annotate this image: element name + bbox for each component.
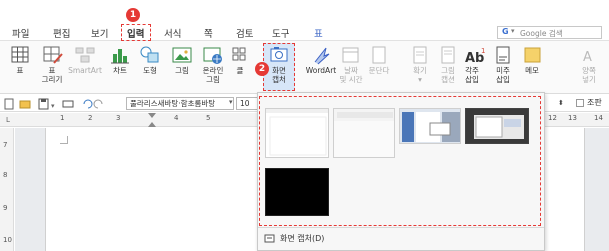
bookmark-icon — [413, 46, 427, 64]
draw-table-button[interactable]: 표 그리기 — [34, 44, 70, 92]
endnote-label-1: 미주 — [496, 66, 510, 75]
layout-label: 조판 — [587, 98, 602, 107]
ruler-tick: 9 — [3, 204, 8, 212]
tab-stop-icon: L — [6, 116, 10, 124]
endnote-icon — [496, 46, 510, 64]
draw-table-label-1: 표 — [48, 66, 56, 75]
screen-clipping-option[interactable]: 화면 캡처(D) — [258, 227, 544, 250]
memo-icon — [524, 47, 541, 63]
new-document-icon — [4, 98, 14, 110]
svg-text:A: A — [583, 50, 592, 65]
ruler-tick: 12 — [548, 114, 557, 122]
footnote-label-1: 각주 — [465, 66, 479, 75]
document-icon — [372, 46, 386, 64]
menu-view[interactable]: 보기 — [91, 26, 108, 40]
svg-text:1: 1 — [481, 47, 485, 55]
open-folder-icon — [19, 100, 31, 109]
screen-clipping-label: 화면 캡처(D) — [280, 234, 325, 243]
screen-capture-label-2: 캡처 — [272, 75, 286, 84]
menu-page[interactable]: 쪽 — [204, 26, 213, 40]
chevron-down-icon: ▾ — [511, 27, 515, 35]
grid-icon — [232, 47, 246, 61]
ruler-tick: 4 — [174, 114, 179, 122]
screen-clipping-icon — [264, 234, 275, 243]
smartart-label: SmartArt — [68, 66, 102, 75]
font-size-value: 10 — [240, 99, 250, 108]
ruler-tick: 1 — [60, 114, 65, 122]
clipboard-label: 클 — [236, 66, 244, 75]
ruler-tick: 8 — [3, 171, 8, 179]
ruler-tick: 3 — [116, 114, 121, 122]
style-select[interactable]: 풀라리스새바탕·함초롬바탕 — [126, 97, 234, 110]
draw-table-label-2: 그리기 — [41, 75, 63, 84]
hidden-label-2: 넣기 — [582, 75, 596, 84]
table-button[interactable]: 표 — [2, 44, 38, 92]
menu-format[interactable]: 서식 — [164, 26, 181, 40]
style-chevron-down-icon[interactable]: ▾ — [229, 98, 233, 106]
datetime-label-2: 및 시간 — [339, 75, 363, 84]
document-label: 문단다 — [368, 66, 390, 75]
search-box[interactable]: G ▾ Google 검색 — [497, 26, 602, 39]
ruler-tick: 13 — [568, 114, 577, 122]
hidden-label-1: 양쪽 — [582, 66, 596, 75]
callout-badge-1: 1 — [126, 8, 140, 22]
footnote-button[interactable]: Ab 1 각주 삽입 — [456, 44, 488, 92]
ruler-tick: 2 — [88, 114, 93, 122]
undo-icon — [83, 99, 93, 109]
shape-label: 도형 — [143, 66, 157, 75]
smartart-button[interactable]: SmartArt — [67, 44, 103, 92]
available-windows-highlight — [259, 96, 541, 226]
memo-label: 메모 — [525, 66, 539, 75]
memo-button[interactable]: 메모 — [516, 44, 548, 92]
toolbar-icons: ▾ — [4, 98, 103, 110]
menu-table[interactable]: 표 — [314, 26, 323, 40]
clipboard-button[interactable]: 클 — [225, 44, 255, 92]
google-icon: G — [502, 27, 509, 36]
datetime-label-1: 날짜 — [344, 66, 358, 75]
footnote-icon: Ab1 — [465, 47, 485, 66]
menu-file[interactable]: 파일 — [12, 26, 29, 40]
footnote-label-2: 삽입 — [465, 75, 479, 84]
search-input[interactable]: Google 검색 — [520, 28, 563, 39]
hidden-button[interactable]: A 양쪽 넣기 — [573, 44, 605, 92]
menu-tools[interactable]: 도구 — [272, 26, 289, 40]
bookmark-label-1: 확기 — [413, 66, 427, 75]
table-icon — [11, 46, 29, 63]
smartart-icon — [75, 47, 95, 63]
indent-marker-icon[interactable] — [148, 113, 156, 127]
shape-button[interactable]: 도형 — [132, 44, 168, 92]
endnote-button[interactable]: 미주 삽입 — [487, 44, 519, 92]
redo-icon — [93, 99, 103, 109]
spinner-icon[interactable]: ⬍ — [558, 97, 568, 110]
layout-checkbox[interactable] — [576, 99, 584, 107]
datetime-button[interactable]: 날짜 및 시간 — [335, 44, 367, 92]
table-label: 표 — [16, 66, 24, 75]
ruler-tick: 5 — [206, 114, 211, 122]
menu-review[interactable]: 검토 — [236, 26, 253, 40]
ruler-tick: 10 — [3, 236, 12, 244]
vertical-ruler[interactable]: 7 8 9 10 — [0, 128, 14, 251]
calendar-icon — [342, 47, 359, 63]
ruler-tick: 7 — [3, 141, 8, 149]
bookmark-button[interactable]: 확기 ▾ — [405, 44, 435, 92]
document-button[interactable]: 문단다 — [364, 44, 394, 92]
endnote-label-2: 삽입 — [496, 75, 510, 84]
menu-edit[interactable]: 편집 — [53, 26, 70, 40]
shape-icon — [140, 46, 159, 63]
ruler-tick: 14 — [594, 114, 603, 122]
style-value: 풀라리스새바탕·함초롬바탕 — [130, 99, 216, 108]
callout-badge-2: 2 — [255, 62, 269, 76]
menu-insert-highlight — [121, 24, 151, 41]
margin-corner-mark — [60, 136, 68, 144]
chevron-down-icon: ▾ — [51, 102, 55, 110]
draw-table-icon — [43, 46, 63, 64]
text-format-icon: A — [583, 50, 592, 65]
bookmark-label-2: ▾ — [418, 75, 422, 84]
print-icon — [62, 100, 74, 108]
